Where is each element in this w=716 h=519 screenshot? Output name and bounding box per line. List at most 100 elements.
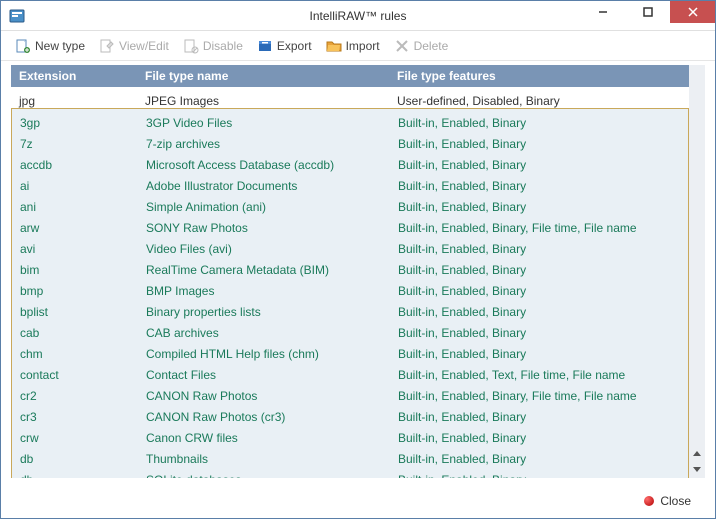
export-icon bbox=[257, 38, 273, 54]
table-row[interactable]: 7z7-zip archivesBuilt-in, Enabled, Binar… bbox=[12, 130, 688, 151]
maximize-button[interactable] bbox=[625, 1, 670, 23]
cell-extension: bplist bbox=[12, 298, 138, 319]
table-row[interactable]: cabCAB archivesBuilt-in, Enabled, Binary bbox=[12, 319, 688, 340]
cell-name: Compiled HTML Help files (chm) bbox=[138, 340, 390, 361]
cell-extension: cr2 bbox=[12, 382, 138, 403]
cell-extension: crw bbox=[12, 424, 138, 445]
cell-extension: bim bbox=[12, 256, 138, 277]
export-label: Export bbox=[277, 39, 312, 53]
cell-features: Built-in, Enabled, Binary bbox=[390, 424, 688, 445]
cell-features: Built-in, Enabled, Binary bbox=[390, 151, 688, 172]
export-button[interactable]: Export bbox=[251, 35, 318, 57]
table-row[interactable]: chmCompiled HTML Help files (chm)Built-i… bbox=[12, 340, 688, 361]
scroll-down-icon[interactable] bbox=[690, 462, 704, 476]
cell-features: Built-in, Enabled, Binary bbox=[390, 193, 688, 214]
toolbar: New type View/Edit Disable Export Import… bbox=[1, 31, 715, 61]
scroll-up-icon[interactable] bbox=[690, 446, 704, 460]
disable-button[interactable]: Disable bbox=[177, 35, 249, 57]
table-row[interactable]: aniSimple Animation (ani)Built-in, Enabl… bbox=[12, 193, 688, 214]
cell-name: CANON Raw Photos (cr3) bbox=[138, 403, 390, 424]
selection-region: 3gp3GP Video FilesBuilt-in, Enabled, Bin… bbox=[11, 108, 689, 478]
cell-extension: cr3 bbox=[12, 403, 138, 424]
delete-button[interactable]: Delete bbox=[388, 35, 455, 57]
cell-name: 7-zip archives bbox=[138, 130, 390, 151]
cell-extension: arw bbox=[12, 214, 138, 235]
minimize-button[interactable] bbox=[580, 1, 625, 23]
table-row[interactable]: jpgJPEG ImagesUser-defined, Disabled, Bi… bbox=[11, 87, 689, 108]
window-controls bbox=[580, 1, 715, 30]
cell-extension: chm bbox=[12, 340, 138, 361]
table-row[interactable]: contactContact FilesBuilt-in, Enabled, T… bbox=[12, 361, 688, 382]
cell-name: Binary properties lists bbox=[138, 298, 390, 319]
cell-name: RealTime Camera Metadata (BIM) bbox=[138, 256, 390, 277]
cell-extension: bmp bbox=[12, 277, 138, 298]
cell-name: CAB archives bbox=[138, 319, 390, 340]
app-icon bbox=[9, 8, 25, 24]
cell-name: CANON Raw Photos bbox=[138, 382, 390, 403]
table-row[interactable]: bplistBinary properties listsBuilt-in, E… bbox=[12, 298, 688, 319]
cell-name: Canon CRW files bbox=[138, 424, 390, 445]
view-edit-label: View/Edit bbox=[119, 39, 169, 53]
cell-extension: db bbox=[12, 445, 138, 466]
cell-extension: avi bbox=[12, 235, 138, 256]
cell-extension: jpg bbox=[11, 87, 137, 108]
delete-icon bbox=[394, 38, 410, 54]
table-row[interactable]: dbSQLite databasesBuilt-in, Enabled, Bin… bbox=[12, 466, 688, 478]
table-row[interactable]: cr2CANON Raw PhotosBuilt-in, Enabled, Bi… bbox=[12, 382, 688, 403]
cell-features: Built-in, Enabled, Binary bbox=[390, 319, 688, 340]
table-row[interactable]: arwSONY Raw PhotosBuilt-in, Enabled, Bin… bbox=[12, 214, 688, 235]
cell-extension: contact bbox=[12, 361, 138, 382]
cell-name: SQLite databases bbox=[138, 466, 390, 478]
import-icon bbox=[326, 38, 342, 54]
cell-name: SONY Raw Photos bbox=[138, 214, 390, 235]
close-button[interactable]: Close bbox=[636, 490, 699, 512]
import-button[interactable]: Import bbox=[320, 35, 386, 57]
table-row[interactable]: bimRealTime Camera Metadata (BIM)Built-i… bbox=[12, 256, 688, 277]
disable-label: Disable bbox=[203, 39, 243, 53]
column-features[interactable]: File type features bbox=[389, 65, 673, 87]
dialog-footer: Close bbox=[1, 484, 715, 518]
table-row[interactable]: crwCanon CRW filesBuilt-in, Enabled, Bin… bbox=[12, 424, 688, 445]
cell-name: Video Files (avi) bbox=[138, 235, 390, 256]
cell-features: Built-in, Enabled, Binary, File time, Fi… bbox=[390, 382, 688, 403]
table-row[interactable]: accdbMicrosoft Access Database (accdb)Bu… bbox=[12, 151, 688, 172]
cell-name: BMP Images bbox=[138, 277, 390, 298]
column-name[interactable]: File type name bbox=[137, 65, 389, 87]
column-extension[interactable]: Extension bbox=[11, 65, 137, 87]
cell-extension: ai bbox=[12, 172, 138, 193]
close-window-button[interactable] bbox=[670, 1, 715, 23]
table-row[interactable]: dbThumbnailsBuilt-in, Enabled, Binary bbox=[12, 445, 688, 466]
delete-label: Delete bbox=[414, 39, 449, 53]
cell-features: Built-in, Enabled, Binary bbox=[390, 109, 688, 130]
cell-features: Built-in, Enabled, Binary, File time, Fi… bbox=[390, 214, 688, 235]
new-type-label: New type bbox=[35, 39, 85, 53]
cell-features: Built-in, Enabled, Binary bbox=[390, 172, 688, 193]
cell-extension: 3gp bbox=[12, 109, 138, 130]
cell-features: Built-in, Enabled, Binary bbox=[390, 340, 688, 361]
import-label: Import bbox=[346, 39, 380, 53]
table-header: Extension File type name File type featu… bbox=[11, 65, 705, 87]
vertical-scrollbar[interactable] bbox=[689, 87, 705, 478]
cell-features: Built-in, Enabled, Binary bbox=[390, 403, 688, 424]
cell-features: Built-in, Enabled, Binary bbox=[390, 235, 688, 256]
table-row[interactable]: bmpBMP ImagesBuilt-in, Enabled, Binary bbox=[12, 277, 688, 298]
scroll-gutter bbox=[689, 65, 705, 87]
cell-features: User-defined, Disabled, Binary bbox=[389, 87, 689, 108]
cell-extension: db bbox=[12, 466, 138, 478]
new-type-icon bbox=[15, 38, 31, 54]
table-row[interactable]: cr3CANON Raw Photos (cr3)Built-in, Enabl… bbox=[12, 403, 688, 424]
cell-features: Built-in, Enabled, Binary bbox=[390, 445, 688, 466]
cell-name: Thumbnails bbox=[138, 445, 390, 466]
cell-features: Built-in, Enabled, Text, File time, File… bbox=[390, 361, 688, 382]
view-edit-icon bbox=[99, 38, 115, 54]
table-row[interactable]: aviVideo Files (avi)Built-in, Enabled, B… bbox=[12, 235, 688, 256]
rules-table: Extension File type name File type featu… bbox=[11, 65, 705, 478]
table-row[interactable]: aiAdobe Illustrator DocumentsBuilt-in, E… bbox=[12, 172, 688, 193]
titlebar: IntelliRAW™ rules bbox=[1, 1, 715, 31]
new-type-button[interactable]: New type bbox=[9, 35, 91, 57]
cell-name: 3GP Video Files bbox=[138, 109, 390, 130]
cell-features: Built-in, Enabled, Binary bbox=[390, 277, 688, 298]
close-dot-icon bbox=[644, 496, 654, 506]
view-edit-button[interactable]: View/Edit bbox=[93, 35, 175, 57]
table-row[interactable]: 3gp3GP Video FilesBuilt-in, Enabled, Bin… bbox=[12, 109, 688, 130]
